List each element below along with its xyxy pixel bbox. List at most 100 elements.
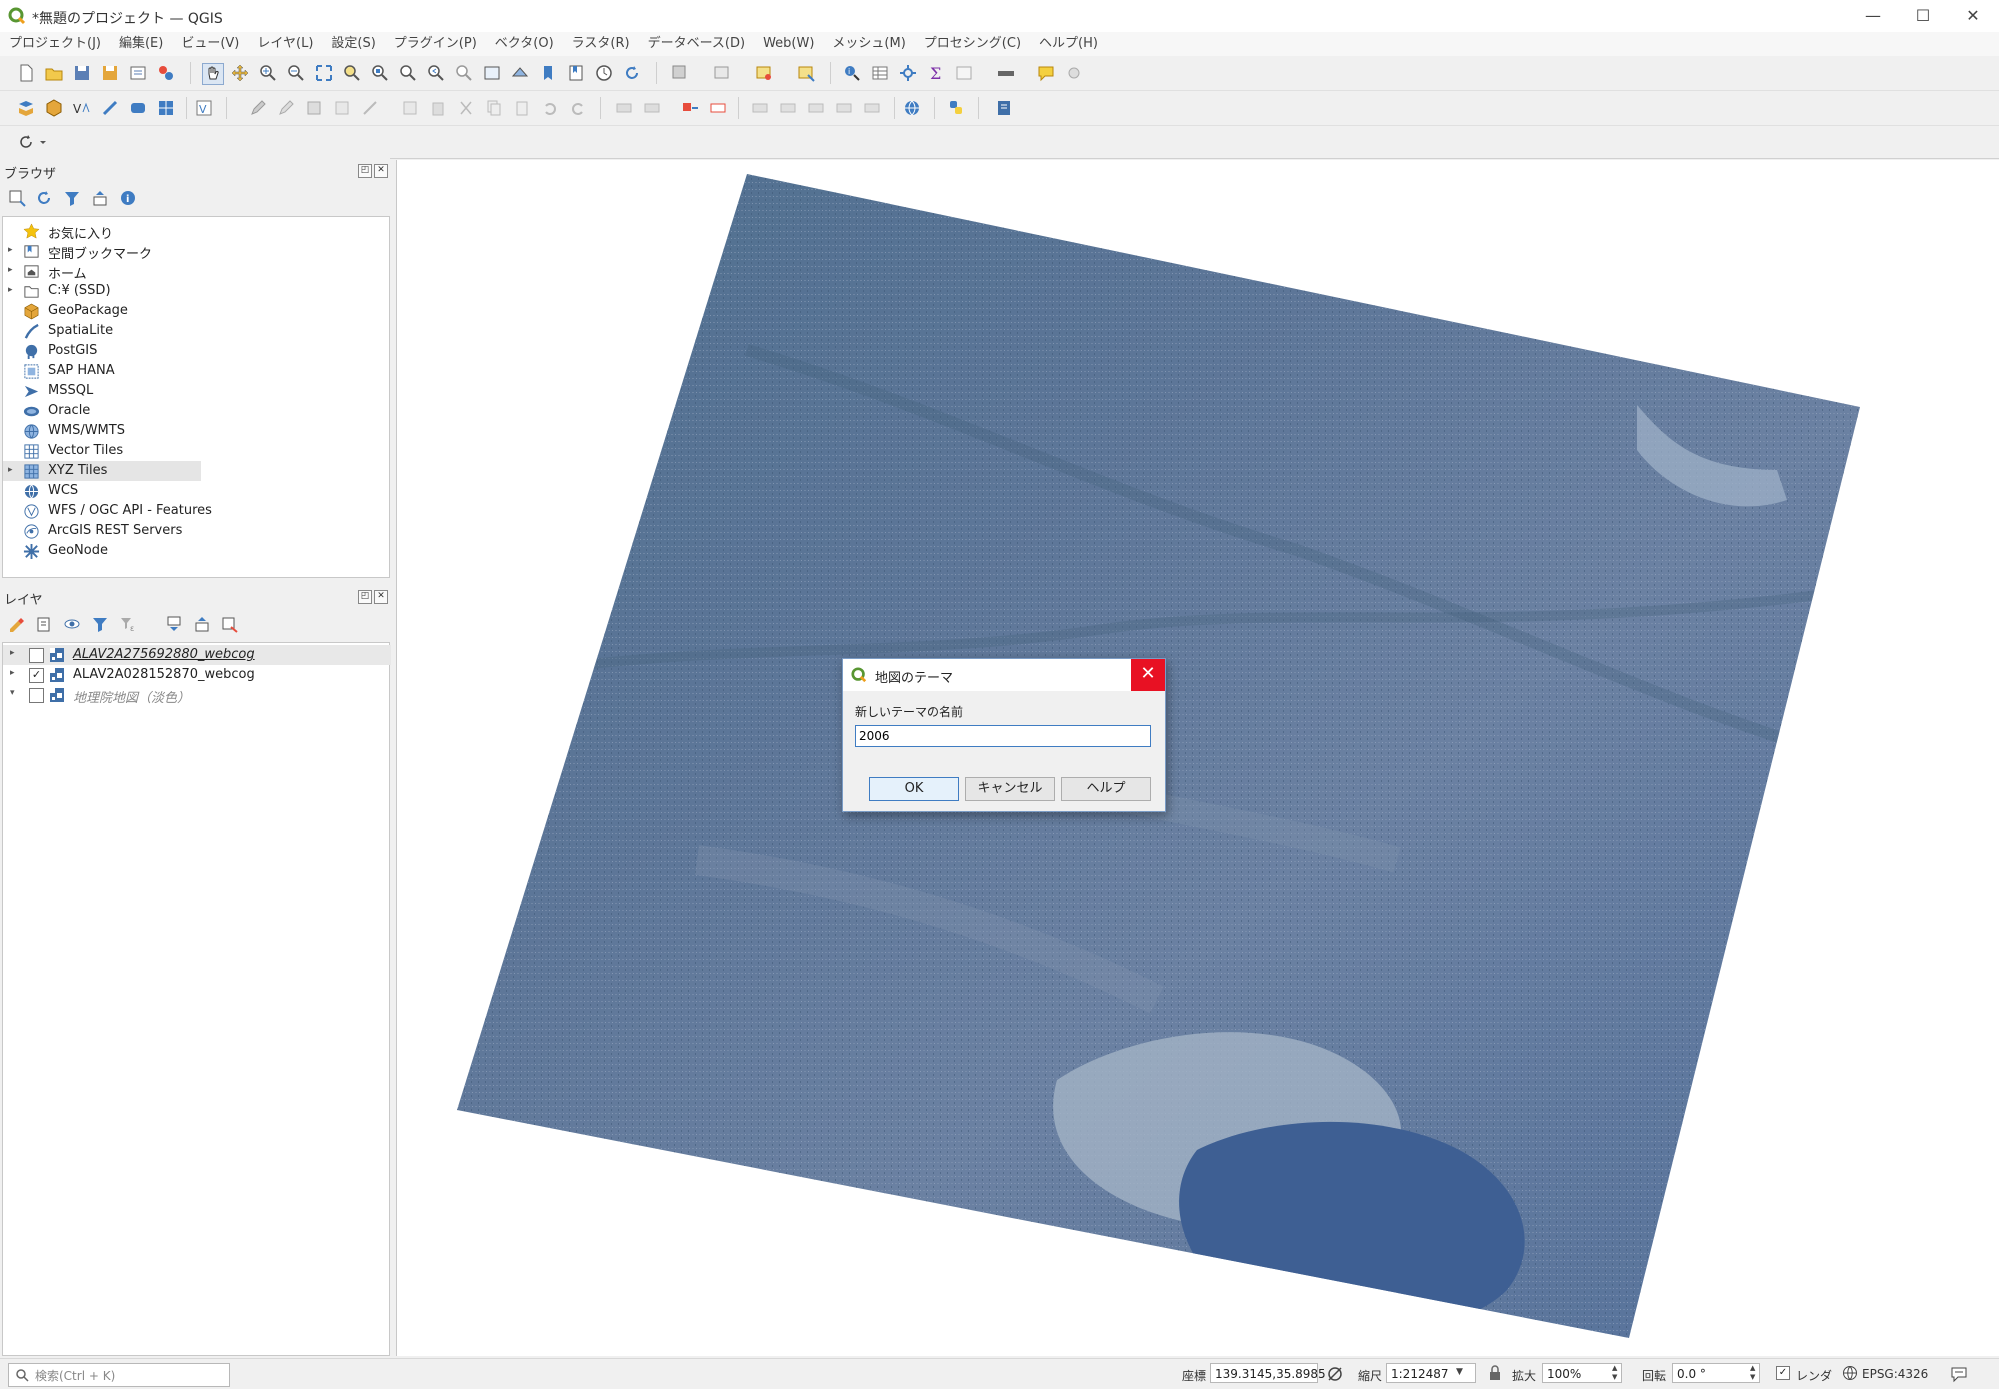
layers-float-button[interactable]: ◰ <box>358 590 372 604</box>
layer-visibility-checkbox[interactable] <box>29 688 44 703</box>
new-project-icon[interactable] <box>16 63 36 83</box>
locator-search-box[interactable]: 検索(Ctrl + K) <box>8 1363 230 1387</box>
layers-close-button[interactable]: ✕ <box>374 590 388 604</box>
manage-map-themes-icon[interactable] <box>63 615 81 633</box>
browser-item-wcs[interactable]: WCS <box>3 481 388 501</box>
rotation-field[interactable]: 0.0 ° <box>1672 1363 1760 1383</box>
browser-item-c-drive[interactable]: ▸ C:¥ (SSD) <box>3 281 388 301</box>
attribute-table-icon[interactable] <box>870 63 890 83</box>
open-table-icon[interactable] <box>954 63 974 83</box>
menu-view[interactable]: ビュー(V) <box>172 32 248 56</box>
dialog-close-button[interactable]: ✕ <box>1131 659 1165 691</box>
zoom-last-icon[interactable] <box>426 63 446 83</box>
select-by-value-icon[interactable] <box>754 63 774 83</box>
edit-pencil-icon[interactable] <box>276 98 296 118</box>
new-shapefile-icon[interactable]: V <box>72 98 92 118</box>
menu-raster[interactable]: ラスタ(R) <box>563 32 639 56</box>
new-spatialite-icon[interactable] <box>100 98 120 118</box>
add-group-icon[interactable] <box>35 615 53 633</box>
new-3d-view-icon[interactable] <box>510 63 530 83</box>
minimize-button[interactable]: — <box>1850 4 1896 28</box>
layer-row[interactable]: ▸ ALAV2A275692880_webcog <box>3 645 391 665</box>
identify-features-icon[interactable] <box>670 63 690 83</box>
select-features-icon[interactable] <box>712 63 732 83</box>
zoom-native-icon[interactable] <box>398 63 418 83</box>
reload-dropdown-icon[interactable] <box>38 132 48 152</box>
expand-arrow-icon[interactable]: ▸ <box>8 285 13 295</box>
delete-selected-icon[interactable] <box>428 98 448 118</box>
label-rotate-icon[interactable] <box>778 98 798 118</box>
data-source-manager-icon[interactable] <box>16 98 36 118</box>
label-highlight-icon[interactable] <box>708 98 728 118</box>
magnifier-spinner-icon[interactable]: ▲ ▼ <box>1612 1364 1617 1382</box>
new-virtual-layer-icon[interactable] <box>128 98 148 118</box>
statistics-icon[interactable]: Σ <box>926 63 946 83</box>
label-properties-icon[interactable] <box>862 98 882 118</box>
show-bookmarks-icon[interactable] <box>566 63 586 83</box>
menu-processing[interactable]: プロセシング(C) <box>915 32 1030 56</box>
browser-item-sap-hana[interactable]: SAP HANA <box>3 361 388 381</box>
undo-icon[interactable] <box>540 98 560 118</box>
map-tips-icon[interactable] <box>1036 63 1056 83</box>
collapse-all-icon[interactable] <box>91 189 109 207</box>
ok-button[interactable]: OK <box>869 777 959 801</box>
browser-item-postgis[interactable]: PostGIS <box>3 341 388 361</box>
print-layout-icon[interactable] <box>128 63 148 83</box>
field-calculator-icon[interactable] <box>898 63 918 83</box>
collapse-arrow-icon[interactable]: ▾ <box>10 688 15 698</box>
redo-icon[interactable] <box>568 98 588 118</box>
add-raster-icon[interactable] <box>156 98 176 118</box>
filter-browser-icon[interactable] <box>63 189 81 207</box>
style-panel-icon[interactable] <box>8 615 26 633</box>
menu-project[interactable]: プロジェクト(J) <box>0 32 110 56</box>
cut-icon[interactable] <box>456 98 476 118</box>
add-feature-icon[interactable] <box>360 98 380 118</box>
expand-arrow-icon[interactable]: ▸ <box>8 465 13 475</box>
zoom-next-icon[interactable] <box>454 63 474 83</box>
layer-row[interactable]: ▸ ✓ ALAV2A028152870_webcog <box>3 665 391 685</box>
zoom-out-icon[interactable] <box>286 63 306 83</box>
browser-close-button[interactable]: ✕ <box>374 164 388 178</box>
add-vector-icon[interactable]: V <box>194 98 214 118</box>
collapse-all-layers-icon[interactable] <box>193 615 211 633</box>
refresh-icon[interactable] <box>622 63 642 83</box>
close-window-button[interactable]: ✕ <box>1950 4 1996 28</box>
zoom-full-icon[interactable] <box>314 63 334 83</box>
browser-item-geopackage[interactable]: GeoPackage <box>3 301 388 321</box>
rotation-spinner-icon[interactable]: ▲ ▼ <box>1750 1364 1755 1382</box>
paste-icon[interactable] <box>512 98 532 118</box>
label-move-icon[interactable] <box>750 98 770 118</box>
expand-arrow-icon[interactable]: ▸ <box>8 245 13 255</box>
coordinate-field[interactable]: 139.3145,35.8985 <box>1210 1363 1326 1383</box>
zoom-in-icon[interactable] <box>258 63 278 83</box>
maximize-button[interactable]: ☐ <box>1900 4 1946 28</box>
cancel-button[interactable]: キャンセル <box>965 777 1055 801</box>
measure-icon[interactable] <box>996 63 1016 83</box>
map-canvas[interactable] <box>396 160 1999 1356</box>
save-as-icon[interactable] <box>100 63 120 83</box>
browser-item-wms-wmts[interactable]: WMS/WMTS <box>3 421 388 441</box>
expand-arrow-icon[interactable]: ▸ <box>10 668 15 678</box>
add-selected-layers-icon[interactable] <box>8 189 26 207</box>
label-show-hide-icon[interactable] <box>834 98 854 118</box>
layer-visibility-checkbox[interactable]: ✓ <box>29 668 44 683</box>
annotation-icon[interactable] <box>1064 63 1084 83</box>
filter-expression-icon[interactable]: ε <box>119 615 137 633</box>
menu-settings[interactable]: 設定(S) <box>322 32 384 56</box>
browser-item-mssql[interactable]: MSSQL <box>3 381 388 401</box>
menu-help[interactable]: ヘルプ(H) <box>1030 32 1107 56</box>
properties-icon[interactable]: i <box>119 189 137 207</box>
help-button[interactable]: ヘルプ <box>1061 777 1151 801</box>
globe-crs-icon[interactable] <box>1842 1365 1858 1381</box>
browser-item-arcgis-rest[interactable]: ArcGIS REST Servers <box>3 521 388 541</box>
menu-vector[interactable]: ベクタ(O) <box>486 32 563 56</box>
deselect-icon[interactable] <box>796 63 816 83</box>
browser-item-xyz-tiles[interactable]: ▸ XYZ Tiles <box>3 461 201 481</box>
render-checkbox[interactable]: ✓ <box>1776 1366 1790 1380</box>
menu-database[interactable]: データベース(D) <box>639 32 755 56</box>
zoom-layer-icon[interactable] <box>370 63 390 83</box>
lock-icon[interactable] <box>1488 1365 1502 1381</box>
browser-item-oracle[interactable]: Oracle <box>3 401 388 421</box>
messages-icon[interactable] <box>1950 1365 1968 1383</box>
save-edits-icon[interactable] <box>304 98 324 118</box>
